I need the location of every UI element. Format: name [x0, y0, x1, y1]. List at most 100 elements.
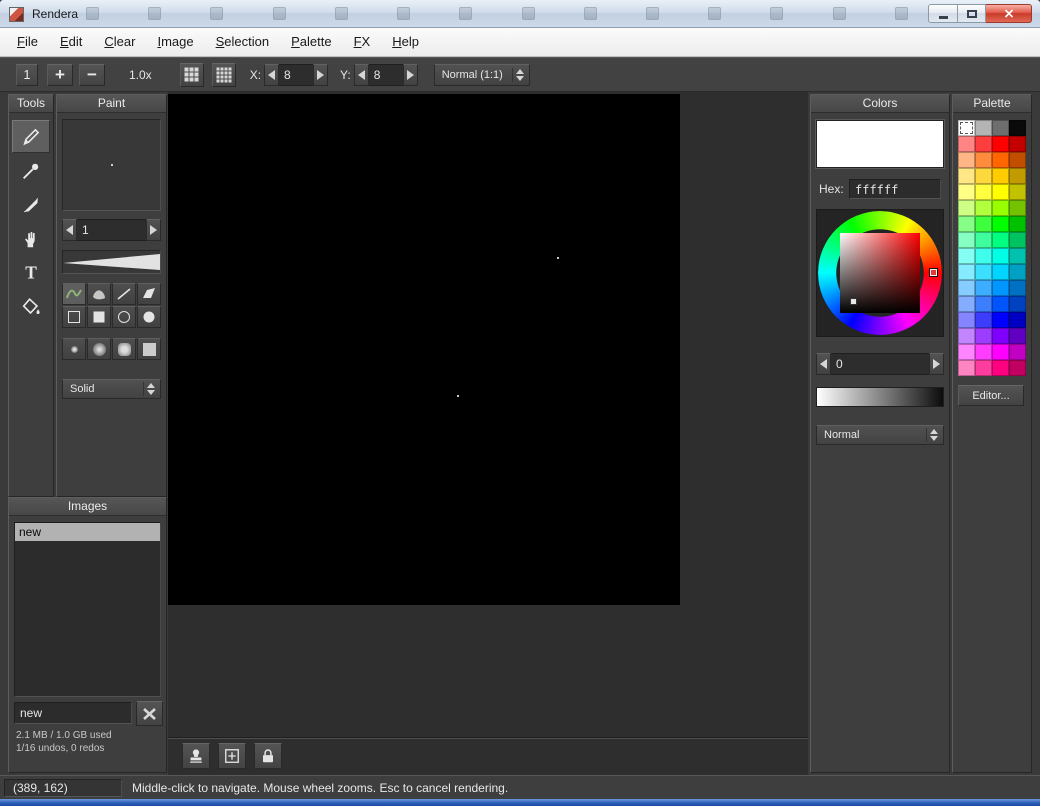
edge-shape-circle-filled-button[interactable]	[137, 306, 161, 328]
minimize-button[interactable]	[928, 4, 958, 23]
menu-edit[interactable]: Edit	[49, 28, 93, 56]
close-button[interactable]	[986, 4, 1032, 23]
tool-getcolor-button[interactable]	[12, 154, 50, 187]
trans-value[interactable]: 0	[831, 353, 929, 375]
palette-swatch[interactable]	[958, 152, 975, 168]
palette-swatch[interactable]	[992, 296, 1009, 312]
size-increment-arrow[interactable]	[146, 219, 161, 241]
palette-swatch[interactable]	[1009, 280, 1026, 296]
palette-swatch[interactable]	[992, 248, 1009, 264]
palette-swatch[interactable]	[975, 248, 992, 264]
blend-mode-select[interactable]: Normal	[816, 425, 944, 445]
palette-swatch[interactable]	[958, 200, 975, 216]
menu-file[interactable]: File	[6, 28, 49, 56]
maximize-button[interactable]	[958, 4, 986, 23]
palette-swatch[interactable]	[958, 184, 975, 200]
menu-palette[interactable]: Palette	[280, 28, 342, 56]
soft-shape-soft-circle-button[interactable]	[87, 338, 111, 360]
palette-swatch[interactable]	[958, 312, 975, 328]
menu-fx[interactable]: FX	[343, 28, 382, 56]
close-image-button[interactable]	[136, 701, 163, 726]
palette-swatch[interactable]	[992, 264, 1009, 280]
view-mode-select[interactable]: Normal (1:1)	[434, 64, 530, 86]
palette-swatch[interactable]	[1009, 184, 1026, 200]
palette-swatch[interactable]	[958, 248, 975, 264]
palette-swatch[interactable]	[975, 232, 992, 248]
brush-type-line-button[interactable]	[112, 283, 136, 305]
palette-swatch[interactable]	[975, 200, 992, 216]
palette-swatch[interactable]	[992, 312, 1009, 328]
menu-clear[interactable]: Clear	[93, 28, 146, 56]
palette-swatch[interactable]	[975, 296, 992, 312]
trans-decrement-arrow[interactable]	[816, 353, 831, 375]
palette-swatch[interactable]	[1009, 248, 1026, 264]
grid-snap-icon[interactable]	[212, 63, 236, 87]
grid-y-value[interactable]: 8	[369, 64, 403, 86]
palette-swatch[interactable]	[975, 264, 992, 280]
tool-offset-button[interactable]	[12, 222, 50, 255]
trans-gradient-bar[interactable]	[816, 387, 944, 407]
palette-swatch[interactable]	[1009, 232, 1026, 248]
stroke-taper-preview[interactable]	[62, 250, 161, 274]
palette-swatch[interactable]	[975, 360, 992, 376]
palette-swatch[interactable]	[1009, 360, 1026, 376]
palette-swatch[interactable]	[975, 152, 992, 168]
palette-swatch[interactable]	[1009, 296, 1026, 312]
palette-swatch[interactable]	[992, 136, 1009, 152]
canvas[interactable]	[168, 94, 680, 605]
palette-swatch[interactable]	[992, 360, 1009, 376]
brush-type-watercolor-button[interactable]	[62, 283, 86, 305]
palette-swatch[interactable]	[992, 280, 1009, 296]
palette-swatch[interactable]	[1009, 312, 1026, 328]
palette-swatch[interactable]	[975, 120, 992, 136]
palette-swatch[interactable]	[1009, 328, 1026, 344]
palette-swatch[interactable]	[975, 312, 992, 328]
palette-swatch[interactable]	[975, 216, 992, 232]
tool-paint-button[interactable]	[12, 120, 50, 153]
trans-increment-arrow[interactable]	[929, 353, 944, 375]
palette-swatch[interactable]	[1009, 344, 1026, 360]
palette-swatch[interactable]	[958, 136, 975, 152]
brush-type-polygon-button[interactable]	[137, 283, 161, 305]
palette-swatch[interactable]	[1009, 168, 1026, 184]
grid-x-value[interactable]: 8	[279, 64, 313, 86]
edge-shape-circle-outline-button[interactable]	[112, 306, 136, 328]
image-list-item[interactable]: new	[15, 523, 160, 541]
palette-swatch[interactable]	[958, 216, 975, 232]
palette-swatch[interactable]	[958, 120, 975, 136]
palette-swatch[interactable]	[975, 328, 992, 344]
palette-swatch[interactable]	[1009, 120, 1026, 136]
tool-text-button[interactable]: T	[12, 256, 50, 289]
tool-fill-button[interactable]	[12, 290, 50, 323]
palette-swatch[interactable]	[1009, 136, 1026, 152]
y-decrement-arrow[interactable]	[354, 64, 369, 86]
menu-selection[interactable]: Selection	[205, 28, 280, 56]
size-decrement-arrow[interactable]	[62, 219, 77, 241]
palette-swatch[interactable]	[975, 280, 992, 296]
palette-swatch[interactable]	[958, 232, 975, 248]
palette-swatch[interactable]	[975, 344, 992, 360]
palette-swatch[interactable]	[992, 184, 1009, 200]
color-wheel[interactable]	[816, 209, 944, 337]
palette-swatch[interactable]	[975, 184, 992, 200]
palette-swatch[interactable]	[992, 328, 1009, 344]
palette-swatch[interactable]	[992, 168, 1009, 184]
brush-type-chalk-button[interactable]	[87, 283, 111, 305]
menu-image[interactable]: Image	[146, 28, 204, 56]
paint-mode-select[interactable]: Solid	[62, 379, 161, 399]
brush-size-value[interactable]: 1	[77, 219, 146, 241]
edge-shape-square-filled-button[interactable]	[87, 306, 111, 328]
palette-editor-button[interactable]: Editor...	[958, 385, 1024, 406]
y-increment-arrow[interactable]	[403, 64, 418, 86]
palette-swatch[interactable]	[958, 280, 975, 296]
clone-toggle-button[interactable]	[182, 743, 210, 769]
palette-swatch[interactable]	[958, 168, 975, 184]
palette-swatch[interactable]	[958, 344, 975, 360]
origin-toggle-button[interactable]	[218, 743, 246, 769]
palette-swatch[interactable]	[992, 120, 1009, 136]
palette-swatch[interactable]	[1009, 152, 1026, 168]
image-name-input[interactable]: new	[14, 702, 132, 724]
actual-size-button[interactable]: 1	[16, 64, 38, 86]
palette-swatch[interactable]	[958, 264, 975, 280]
soft-shape-soft-round-square-button[interactable]	[112, 338, 136, 360]
